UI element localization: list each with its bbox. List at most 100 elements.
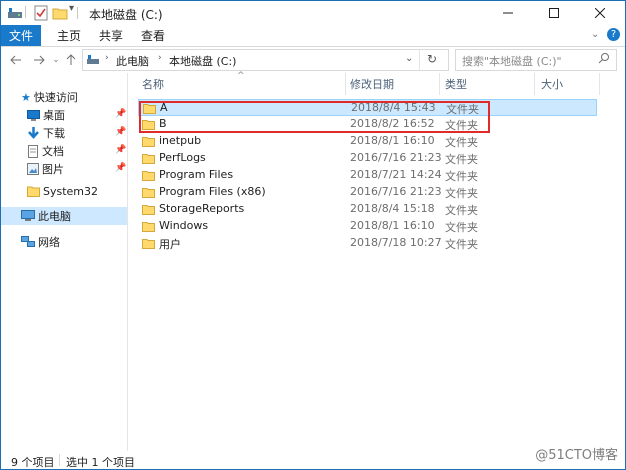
file-row-inetpub[interactable]: inetpub 2018/8/1 16:10 文件夹 <box>138 133 597 150</box>
back-button[interactable] <box>8 52 24 68</box>
ribbon: 文件 主页 共享 查看 ⌄ ? <box>1 25 625 47</box>
column-header-date[interactable]: 修改日期 <box>350 73 394 95</box>
annotation-highlight-box <box>139 101 490 133</box>
column-divider <box>534 73 535 95</box>
nav-item-system32[interactable]: System32 <box>27 182 98 200</box>
recent-locations-button[interactable]: ⌄ <box>48 52 64 68</box>
maximize-icon <box>549 8 559 18</box>
nav-item-downloads[interactable]: 下载 <box>27 124 65 142</box>
search-box[interactable]: 搜索"本地磁盘 (C:)" <box>455 49 617 71</box>
pin-icon[interactable]: 📌 <box>115 127 126 137</box>
file-name: Windows <box>159 219 209 232</box>
properties-icon[interactable] <box>33 5 49 21</box>
status-bar: 9 个项目 选中 1 个项目 <box>1 451 625 469</box>
nav-quick-access[interactable]: ★ 快速访问 <box>21 88 78 106</box>
nav-network[interactable]: 网络 <box>21 233 60 251</box>
folder-icon <box>142 171 155 181</box>
qat-dropdown-icon[interactable]: ▾ <box>69 3 74 19</box>
up-button[interactable] <box>63 52 79 68</box>
file-row-storagereports[interactable]: StorageReports 2018/8/4 15:18 文件夹 <box>138 201 597 218</box>
download-arrow-icon <box>28 127 39 139</box>
address-drive-icon <box>86 52 100 69</box>
title-divider <box>77 7 78 19</box>
column-header-name[interactable]: 名称 <box>142 73 164 95</box>
tab-view[interactable]: 查看 <box>141 25 165 46</box>
explorer-window: ▾ 本地磁盘 (C:) 文件 主页 共享 查看 ⌄ ? ⌄ › 此电脑 › 本地… <box>0 0 626 470</box>
file-row-program-files-x86[interactable]: Program Files (x86) 2016/7/16 21:23 文件夹 <box>138 184 597 201</box>
sort-ascending-icon: ^ <box>237 71 245 81</box>
file-row-windows[interactable]: Windows 2018/8/1 16:10 文件夹 <box>138 218 597 235</box>
pin-icon[interactable]: 📌 <box>115 163 126 173</box>
address-segment-drive[interactable]: 本地磁盘 (C:) <box>169 53 236 69</box>
close-button[interactable] <box>577 1 623 25</box>
file-name: 用户 <box>159 238 181 251</box>
column-divider <box>345 73 346 95</box>
file-type: 文件夹 <box>445 221 478 234</box>
file-name: PerfLogs <box>159 151 206 164</box>
search-icon <box>598 52 610 67</box>
network-icon <box>21 236 35 247</box>
forward-button[interactable] <box>31 52 47 68</box>
column-divider <box>599 73 600 95</box>
file-date: 2018/8/1 16:10 <box>350 219 435 232</box>
nav-item-desktop[interactable]: 桌面 <box>27 106 65 124</box>
address-segment-this-pc[interactable]: 此电脑 <box>116 53 149 69</box>
ribbon-expand-icon[interactable]: ⌄ <box>591 29 599 40</box>
address-row: ⌄ › 此电脑 › 本地磁盘 (C:) ⌄ ↻ 搜索"本地磁盘 (C:)" <box>1 47 625 73</box>
column-header-type[interactable]: 类型 <box>445 73 467 95</box>
address-chevron-icon: › <box>105 53 109 63</box>
folder-icon <box>142 222 155 232</box>
file-name: inetpub <box>159 134 202 147</box>
folder-icon <box>142 205 155 215</box>
search-input[interactable]: 搜索"本地磁盘 (C:)" <box>462 53 562 69</box>
up-arrow-icon <box>66 54 76 65</box>
status-selected-count: 选中 1 个项目 <box>66 456 135 469</box>
title-bar: ▾ 本地磁盘 (C:) <box>1 1 625 25</box>
minimize-icon <box>503 12 513 14</box>
folder-icon <box>142 137 155 147</box>
status-divider <box>59 454 60 466</box>
column-header-size[interactable]: 大小 <box>541 73 563 95</box>
nav-item-documents[interactable]: 文档 <box>27 142 64 160</box>
nav-item-pictures[interactable]: 图片 <box>27 160 64 178</box>
help-icon[interactable]: ? <box>607 28 620 41</box>
address-dropdown-icon[interactable]: ⌄ <box>405 53 413 64</box>
folder-icon <box>142 188 155 198</box>
refresh-icon[interactable]: ↻ <box>427 52 437 66</box>
watermark: @51CTO博客 <box>535 448 618 463</box>
qat-divider <box>25 6 26 18</box>
folder-icon <box>27 186 40 197</box>
folder-icon <box>142 239 155 249</box>
status-item-count: 9 个项目 <box>11 456 55 469</box>
file-row-program-files[interactable]: Program Files 2018/7/21 14:24 文件夹 <box>138 167 597 184</box>
folder-icon <box>142 154 155 164</box>
file-name: StorageReports <box>159 202 245 215</box>
desktop-icon <box>27 109 40 121</box>
file-date: 2018/8/1 16:10 <box>350 134 435 147</box>
file-row-perflogs[interactable]: PerfLogs 2016/7/16 21:23 文件夹 <box>138 150 597 167</box>
tab-file[interactable]: 文件 <box>1 25 41 46</box>
minimize-button[interactable] <box>485 1 531 25</box>
file-date: 2016/7/16 21:23 <box>350 151 442 164</box>
address-divider <box>419 50 420 70</box>
file-type: 文件夹 <box>445 187 478 200</box>
tab-home[interactable]: 主页 <box>57 25 81 46</box>
pin-icon[interactable]: 📌 <box>115 109 126 119</box>
file-type: 文件夹 <box>445 136 478 149</box>
file-date: 2018/7/21 14:24 <box>350 168 442 181</box>
new-folder-icon[interactable] <box>52 5 68 21</box>
close-icon <box>595 8 605 18</box>
address-chevron-icon: › <box>158 53 162 63</box>
pin-icon[interactable]: 📌 <box>115 145 126 155</box>
file-date: 2018/7/18 10:27 <box>350 236 442 249</box>
address-bar[interactable]: › 此电脑 › 本地磁盘 (C:) ⌄ ↻ <box>82 49 449 71</box>
drive-icon <box>7 5 23 21</box>
file-date: 2016/7/16 21:23 <box>350 185 442 198</box>
document-icon <box>28 144 38 158</box>
navigation-pane: ★ 快速访问 桌面 📌 下载 📌 文档 📌 图片 📌 System32 此电脑 … <box>1 73 128 451</box>
maximize-button[interactable] <box>531 1 577 25</box>
tab-share[interactable]: 共享 <box>99 25 123 46</box>
nav-this-pc[interactable]: 此电脑 <box>21 207 71 225</box>
window-title: 本地磁盘 (C:) <box>89 8 163 22</box>
file-row-users[interactable]: 用户 2018/7/18 10:27 文件夹 <box>138 235 597 252</box>
